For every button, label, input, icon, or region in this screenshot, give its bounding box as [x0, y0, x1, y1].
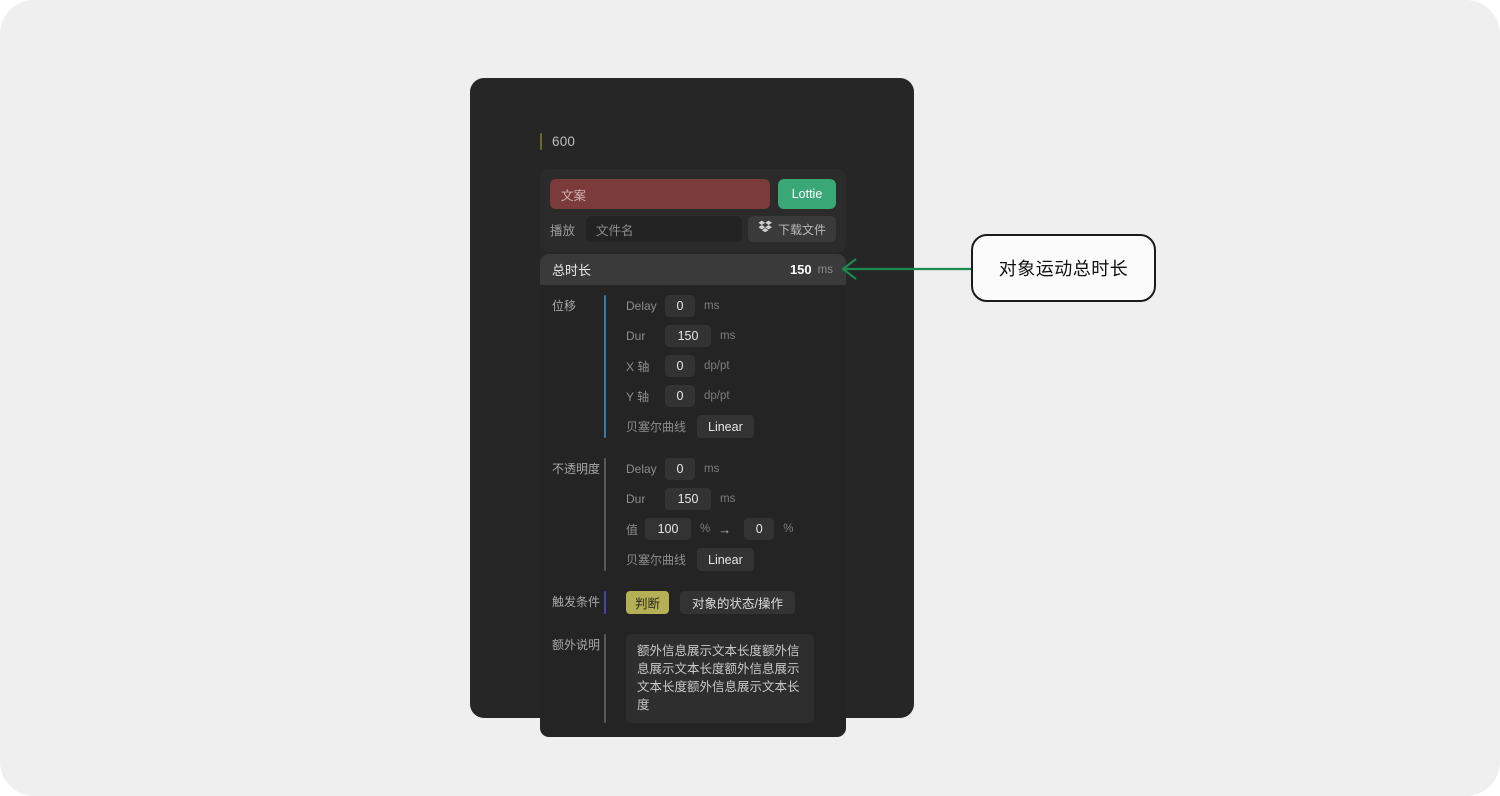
group-note-label: 额外说明 [552, 638, 601, 652]
timing-panel: 总时长 150 ms 位移 Delay 0 ms Dur 150 ms X 轴 … [540, 254, 846, 737]
field-label: Dur [626, 492, 646, 506]
callout-box: 对象运动总时长 [971, 234, 1156, 302]
total-duration-label: 总时长 [552, 263, 592, 278]
filename-input[interactable]: 文件名 [586, 216, 742, 242]
field-label: Dur [626, 329, 646, 343]
field-label: Y 轴 [626, 389, 650, 404]
field-unit: ms [720, 493, 736, 505]
field-row: Delay 0 ms [626, 295, 846, 317]
group-trigger: 触发条件 判断 对象的状态/操作 [540, 581, 846, 624]
field-value[interactable]: 0 [665, 355, 695, 377]
field-value[interactable]: 0 [665, 295, 695, 317]
filename-placeholder: 文件名 [596, 223, 634, 238]
playback-row: 播放 文件名 下载文件 [550, 216, 836, 242]
group-note-fields: 额外信息展示文本长度额外信息展示文本长度额外信息展示文本长度额外信息展示文本长度 [606, 634, 846, 723]
arrow-right-icon: → [718, 521, 732, 537]
bezier-value[interactable]: Linear [697, 415, 754, 438]
callout-arrow [841, 258, 973, 280]
field-value[interactable]: 150 [665, 488, 711, 510]
field-unit: ms [720, 330, 736, 342]
group-opacity-label: 不透明度 [552, 462, 601, 476]
animation-spec-card: 600 文案 Lottie 播放 文件名 下载文件 总时长 150 ms 位移 … [470, 78, 914, 737]
bezier-label: 贝塞尔曲线 [626, 553, 687, 567]
lottie-button-label: Lottie [791, 187, 823, 201]
trigger-state-chip[interactable]: 对象的状态/操作 [680, 591, 795, 614]
group-trigger-fields: 判断 对象的状态/操作 [606, 591, 846, 614]
asset-panel: 文案 Lottie 播放 文件名 下载文件 [540, 169, 846, 252]
field-unit: dp/pt [704, 390, 730, 402]
group-trigger-label: 触发条件 [552, 595, 601, 609]
copy-input-placeholder: 文案 [561, 188, 587, 203]
download-file-label: 下载文件 [777, 222, 826, 237]
frame-width-label: 600 [540, 132, 575, 150]
copy-row: 文案 Lottie [550, 179, 836, 209]
opacity-value-row: 值 100 % → 0 % [626, 518, 846, 540]
field-unit: ms [704, 300, 720, 312]
field-value[interactable]: 0 [665, 458, 695, 480]
trigger-row: 判断 对象的状态/操作 [626, 591, 846, 614]
field-row: X 轴 0 dp/pt [626, 355, 846, 377]
field-unit: ms [704, 463, 720, 475]
opacity-value-label: 值 [626, 522, 639, 537]
field-row: Y 轴 0 dp/pt [626, 385, 846, 407]
total-duration-value: 150 [789, 262, 812, 277]
opacity-to-value[interactable]: 0 [744, 518, 775, 540]
opacity-to-unit: % [783, 523, 794, 535]
callout-text: 对象运动总时长 [998, 259, 1129, 279]
bezier-label: 贝塞尔曲线 [626, 420, 687, 434]
field-value[interactable]: 0 [665, 385, 695, 407]
lottie-button[interactable]: Lottie [778, 179, 836, 209]
group-opacity-fields: Delay 0 ms Dur 150 ms 值 100 % → 0 % 贝塞尔曲… [606, 458, 846, 571]
opacity-from-value[interactable]: 100 [645, 518, 691, 540]
download-file-button[interactable]: 下载文件 [748, 216, 836, 242]
group-note: 额外说明 额外信息展示文本长度额外信息展示文本长度额外信息展示文本长度额外信息展… [540, 624, 846, 737]
group-displacement-label: 位移 [552, 299, 577, 313]
bezier-row: 贝塞尔曲线 Linear [626, 548, 846, 571]
note-textarea[interactable]: 额外信息展示文本长度额外信息展示文本长度额外信息展示文本长度额外信息展示文本长度 [626, 634, 814, 723]
field-value[interactable]: 150 [665, 325, 711, 347]
field-row: Dur 150 ms [626, 488, 846, 510]
bezier-value[interactable]: Linear [697, 548, 754, 571]
group-opacity: 不透明度 Delay 0 ms Dur 150 ms 值 100 % → 0 %… [540, 448, 846, 581]
bezier-row: 贝塞尔曲线 Linear [626, 415, 846, 438]
field-label: X 轴 [626, 359, 650, 374]
group-displacement-fields: Delay 0 ms Dur 150 ms X 轴 0 dp/pt Y 轴 0 … [606, 295, 846, 438]
field-row: Dur 150 ms [626, 325, 846, 347]
copy-input[interactable]: 文案 [550, 179, 770, 209]
play-label: 播放 [550, 223, 576, 238]
field-unit: dp/pt [704, 360, 730, 372]
judge-badge[interactable]: 判断 [626, 591, 670, 614]
page-background: 600 文案 Lottie 播放 文件名 下载文件 总时长 150 ms 位移 … [0, 0, 1500, 796]
field-label: Delay [626, 299, 657, 313]
dropbox-icon [758, 220, 773, 239]
field-row: Delay 0 ms [626, 458, 846, 480]
frame-width-value: 600 [552, 133, 576, 149]
group-displacement: 位移 Delay 0 ms Dur 150 ms X 轴 0 dp/pt Y 轴… [540, 285, 846, 448]
field-label: Delay [626, 462, 657, 476]
opacity-from-unit: % [700, 523, 711, 535]
frame-accent-bar [540, 132, 542, 150]
total-duration-row[interactable]: 总时长 150 ms [540, 254, 846, 285]
